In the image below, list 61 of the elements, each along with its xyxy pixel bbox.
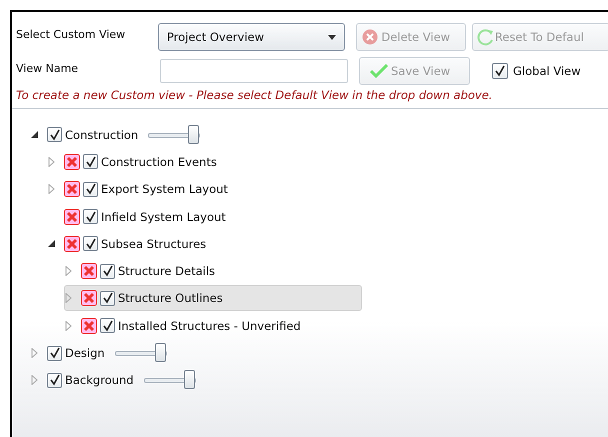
layer-checkbox[interactable] bbox=[100, 318, 115, 334]
tree-item-row[interactable]: Construction Events bbox=[47, 148, 226, 175]
layer-label: Construction Events bbox=[101, 154, 217, 169]
tree-item-row[interactable]: Design bbox=[30, 340, 176, 366]
caret-icon bbox=[328, 34, 336, 40]
layer-label: Background bbox=[65, 373, 134, 388]
collapse-arrow-icon[interactable] bbox=[48, 240, 56, 248]
hint-text: To create a new Custom view - Please select Default View in the drop down above. bbox=[16, 88, 494, 104]
expand-arrow-icon[interactable] bbox=[31, 348, 38, 358]
expand-arrow-icon[interactable] bbox=[65, 266, 72, 276]
tree-item-row[interactable]: Subsea Structures bbox=[47, 230, 216, 257]
tree-item-row[interactable]: Installed Structures - Unverified bbox=[64, 312, 310, 339]
slider-thumb[interactable] bbox=[184, 370, 195, 390]
checkmark-icon bbox=[370, 64, 388, 78]
remove-icon[interactable] bbox=[64, 181, 80, 198]
layer-label: Installed Structures - Unverified bbox=[118, 318, 301, 333]
view-name-label: View Name bbox=[16, 62, 80, 74]
layer-checkbox[interactable] bbox=[83, 182, 98, 197]
opacity-slider[interactable] bbox=[144, 370, 196, 390]
tree-item-row[interactable]: Structure Details bbox=[64, 258, 224, 284]
layer-label: Subsea Structures bbox=[101, 236, 206, 251]
layer-checkbox[interactable] bbox=[83, 154, 98, 170]
remove-icon[interactable] bbox=[64, 208, 80, 225]
select-label: Select Custom View bbox=[16, 28, 126, 40]
opacity-slider[interactable] bbox=[114, 343, 167, 364]
selected-tree-item[interactable]: Structure Outlines bbox=[64, 285, 362, 312]
view-name-field[interactable] bbox=[160, 59, 348, 83]
layer-label: Design bbox=[65, 346, 105, 360]
layer-label: Structure Details bbox=[118, 264, 216, 278]
tree-item-row[interactable]: Export System Layout bbox=[47, 176, 237, 202]
delete-icon bbox=[362, 29, 378, 45]
layer-label: Export System Layout bbox=[101, 182, 228, 196]
layer-checkbox[interactable] bbox=[47, 346, 62, 361]
remove-icon[interactable] bbox=[64, 236, 80, 252]
layer-checkbox[interactable] bbox=[100, 290, 115, 306]
global-view-label: Global View bbox=[513, 64, 581, 78]
collapse-arrow-icon[interactable] bbox=[31, 130, 39, 139]
view-dropdown[interactable]: Project Overview bbox=[158, 23, 346, 51]
tree-item-row[interactable]: Background bbox=[30, 367, 205, 394]
expand-arrow-icon[interactable] bbox=[65, 320, 72, 331]
layer-checkbox[interactable] bbox=[47, 372, 62, 388]
layer-checkbox[interactable] bbox=[83, 236, 98, 252]
expand-arrow-icon[interactable] bbox=[48, 184, 55, 194]
global-view-checkbox[interactable] bbox=[492, 63, 508, 79]
slider-thumb[interactable] bbox=[188, 124, 200, 144]
layer-label: Structure Outlines bbox=[118, 291, 223, 306]
layer-checkbox[interactable] bbox=[83, 209, 98, 224]
expand-arrow-icon[interactable] bbox=[48, 156, 55, 167]
tree-item-row[interactable]: Construction bbox=[30, 122, 210, 148]
remove-icon[interactable] bbox=[64, 154, 80, 170]
remove-icon[interactable] bbox=[81, 263, 97, 280]
layer-label: Infield System Layout bbox=[101, 210, 226, 224]
layer-label: Construction bbox=[65, 128, 138, 142]
slider-thumb[interactable] bbox=[154, 343, 166, 362]
refresh-icon bbox=[476, 28, 495, 46]
opacity-slider[interactable] bbox=[148, 124, 200, 145]
remove-icon[interactable] bbox=[81, 318, 97, 334]
expand-arrow-icon[interactable] bbox=[31, 375, 38, 386]
tree-item-row[interactable]: Infield System Layout bbox=[47, 204, 235, 230]
layer-checkbox[interactable] bbox=[100, 264, 115, 279]
layer-checkbox[interactable] bbox=[47, 127, 62, 142]
